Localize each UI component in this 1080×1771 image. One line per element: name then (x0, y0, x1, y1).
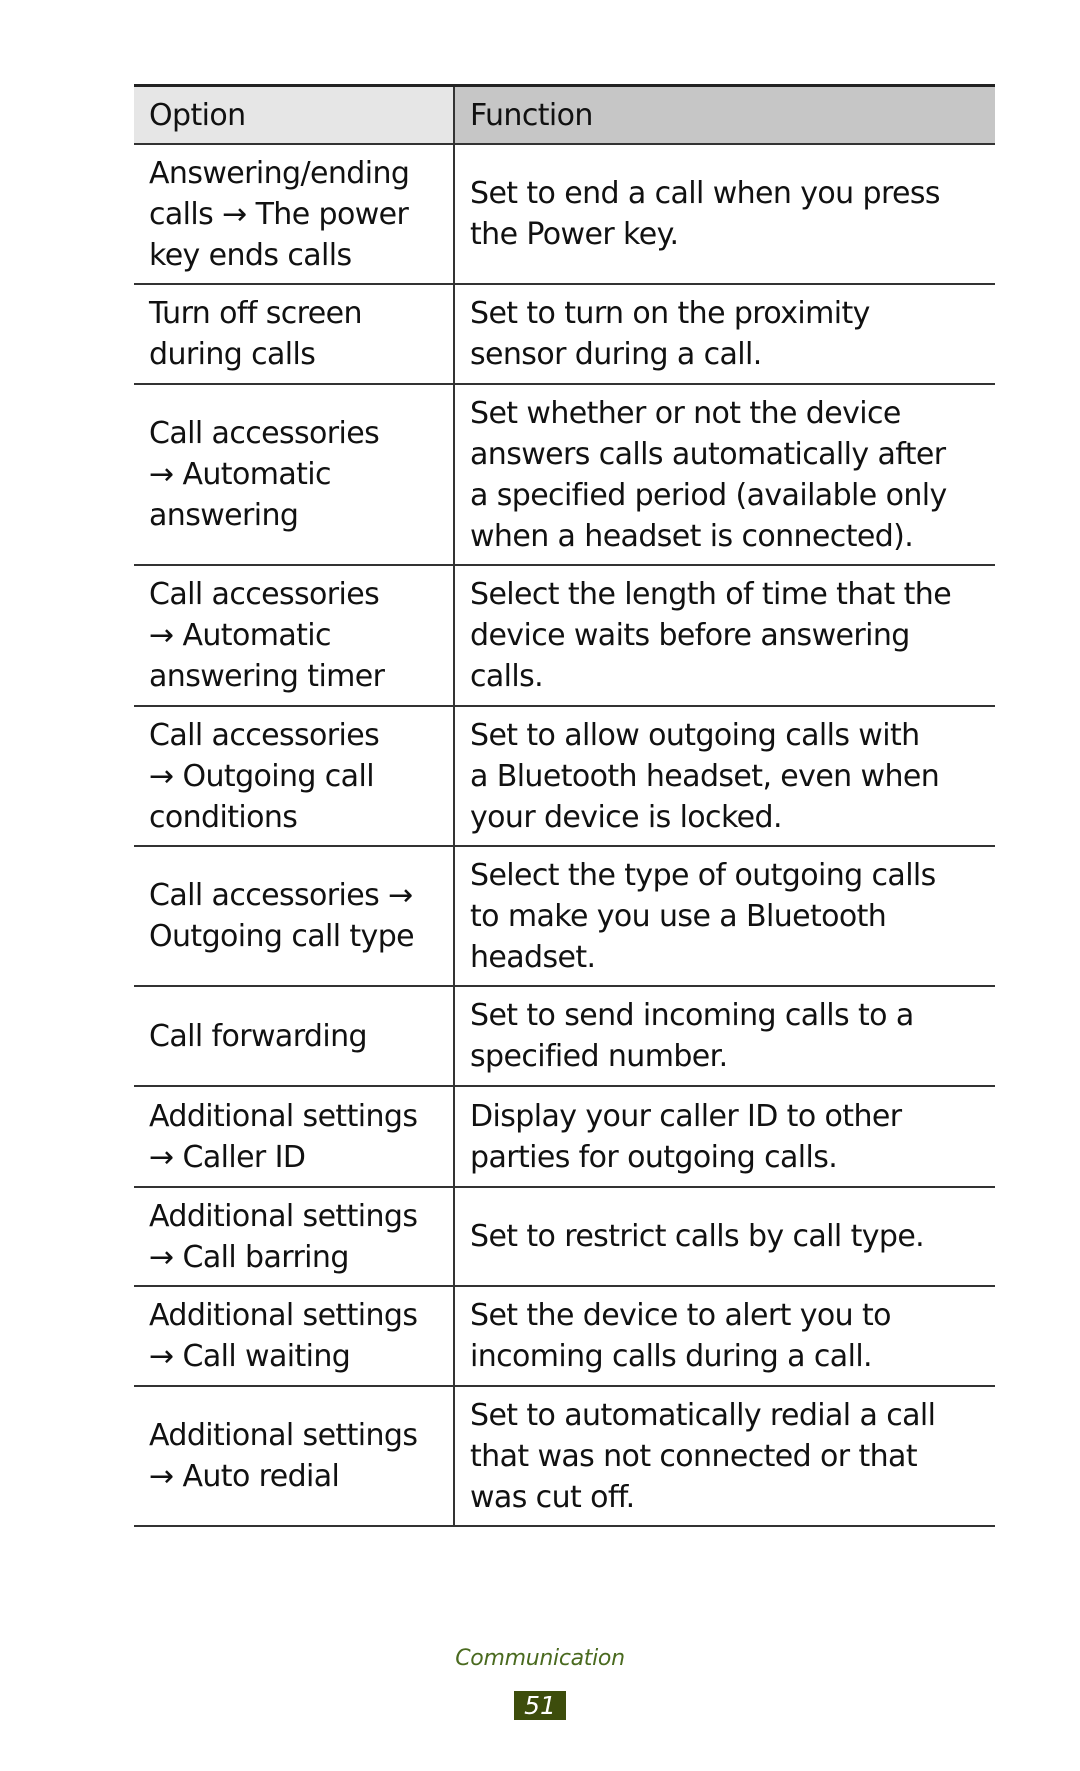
function-text-line: your device is locked. (470, 799, 783, 835)
table-body: Answering/ending calls → The power key end… (134, 145, 995, 1527)
option-text-line: Additional settings (149, 1198, 418, 1234)
function-text-line: a specified period (available only (470, 477, 947, 513)
option-text-line: Call forwarding (149, 1018, 368, 1054)
function-cell: Set whether or not the device answers cal… (455, 385, 995, 564)
function-text-line: parties for outgoing calls. (470, 1139, 838, 1175)
option-cell: Call forwarding (134, 987, 455, 1085)
table-row: Call accessories → Automatic answering tim… (134, 566, 995, 707)
function-text-line: Display your caller ID to other (470, 1098, 902, 1134)
header-function: Function (455, 87, 995, 143)
function-text-line: Set to allow outgoing calls with (470, 717, 920, 753)
function-cell: Set to restrict calls by call type. (455, 1188, 995, 1285)
option-text-line: Call accessories (149, 717, 380, 753)
option-text-line: calls → The power (149, 196, 409, 232)
function-cell: Set to send incoming calls to a specified… (455, 987, 995, 1085)
function-text-line: incoming calls during a call. (470, 1339, 873, 1374)
option-cell: Additional settings → Call barring (134, 1188, 455, 1285)
table-row: Call accessories → Automatic answering Set … (134, 385, 995, 566)
option-text-line: Additional settings (149, 1418, 418, 1453)
option-text-line: Outgoing call type (149, 919, 415, 954)
option-text-line: Call accessories → (149, 878, 413, 913)
function-cell: Display your caller ID to other parties f… (455, 1087, 995, 1186)
option-text-line: Call accessories (149, 416, 380, 451)
option-text-line: Call accessories (149, 577, 380, 612)
table-header-row: Option Function (134, 87, 995, 145)
function-text-line: Set to end a call when you press (470, 176, 941, 211)
function-cell: Set the device to alert you to incoming c… (455, 1287, 995, 1385)
function-cell: Set to automatically redial a call that w… (455, 1387, 995, 1525)
function-text-line: sensor during a call. (470, 337, 762, 372)
option-text-line: Additional settings (149, 1298, 418, 1333)
option-cell: Additional settings → Auto redial (134, 1387, 455, 1525)
option-text-line: answering (149, 498, 299, 533)
function-text-line: Set to automatically redial a call (470, 1397, 936, 1433)
option-cell: Call accessories → Outgoing call type (134, 847, 455, 985)
function-text-line: specified number. (470, 1039, 728, 1074)
function-text-line: Set the device to alert you to (470, 1298, 891, 1333)
table-row: Turn off screen during calls Set to turn o… (134, 285, 995, 385)
table-row: Additional settings → Caller ID Display yo… (134, 1087, 995, 1188)
option-cell: Call accessories → Outgoing call condition… (134, 707, 455, 845)
function-cell: Set to turn on the proximity sensor durin… (455, 285, 995, 383)
option-cell: Additional settings → Caller ID (134, 1087, 455, 1186)
option-text-line: → Automatic (149, 457, 332, 492)
option-text-line: → Caller ID (149, 1139, 306, 1175)
page-number-badge: 51 (514, 1691, 566, 1720)
option-text-line: Answering/ending (149, 155, 410, 191)
function-text-line: Select the length of time that the (470, 577, 952, 612)
function-text-line: Set to turn on the proximity (470, 296, 870, 331)
footer-section-title: Communication (455, 1646, 625, 1671)
option-text-line: → Call waiting (149, 1339, 351, 1374)
function-cell: Select the type of outgoing calls to make… (455, 847, 995, 985)
header-option-label: Option (149, 97, 246, 133)
table-row: Additional settings → Auto redial Set to a… (134, 1387, 995, 1527)
function-text-line: device waits before answering (470, 618, 910, 653)
option-text-line: key ends calls (149, 237, 352, 273)
table-row: Call accessories → Outgoing call condition… (134, 707, 995, 847)
option-text-line: Additional settings (149, 1098, 418, 1134)
function-text-line: when a headset is connected). (470, 518, 914, 554)
options-table: Option Function Answering/ending calls → … (134, 84, 995, 1527)
function-text-line: calls. (470, 659, 544, 694)
option-text-line: answering timer (149, 659, 385, 694)
option-cell: Additional settings → Call waiting (134, 1287, 455, 1385)
table-row: Call forwarding Set to send incoming call… (134, 987, 995, 1087)
option-text-line: Turn off screen (149, 296, 362, 331)
function-text-line: answers calls automatically after (470, 436, 946, 472)
option-text-line: → Outgoing call (149, 758, 375, 794)
option-text-line: during calls (149, 337, 316, 372)
function-text-line: Set to send incoming calls to a (470, 998, 914, 1033)
table-row: Additional settings → Call waiting Set the… (134, 1287, 995, 1387)
function-cell: Select the length of time that the device… (455, 566, 995, 705)
option-cell: Answering/ending calls → The power key end… (134, 145, 455, 283)
option-text-line: → Call barring (149, 1239, 349, 1275)
function-text-line: Set whether or not the device (470, 395, 901, 431)
option-text-line: → Automatic (149, 618, 332, 653)
option-cell: Call accessories → Automatic answering (134, 385, 455, 564)
function-cell: Set to allow outgoing calls with a Blueto… (455, 707, 995, 845)
function-text-line: Select the type of outgoing calls (470, 857, 936, 893)
function-text-line: headset. (470, 939, 596, 975)
header-function-label: Function (470, 97, 593, 133)
option-text-line: conditions (149, 799, 298, 835)
option-cell: Turn off screen during calls (134, 285, 455, 383)
function-text-line: to make you use a Bluetooth (470, 898, 887, 934)
function-text-line: that was not connected or that (470, 1438, 918, 1474)
function-text-line: the Power key. (470, 217, 679, 252)
header-option: Option (134, 87, 455, 143)
table-row: Additional settings → Call barring Set to … (134, 1188, 995, 1287)
function-cell: Set to end a call when you press the Powe… (455, 145, 995, 283)
function-text-line: a Bluetooth headset, even when (470, 758, 940, 794)
option-cell: Call accessories → Automatic answering tim… (134, 566, 455, 705)
function-text-line: Set to restrict calls by call type. (470, 1219, 925, 1254)
function-text-line: was cut off. (470, 1479, 635, 1515)
table-row: Call accessories → Outgoing call type Sele… (134, 847, 995, 987)
option-text-line: → Auto redial (149, 1459, 340, 1494)
table-row: Answering/ending calls → The power key end… (134, 145, 995, 285)
